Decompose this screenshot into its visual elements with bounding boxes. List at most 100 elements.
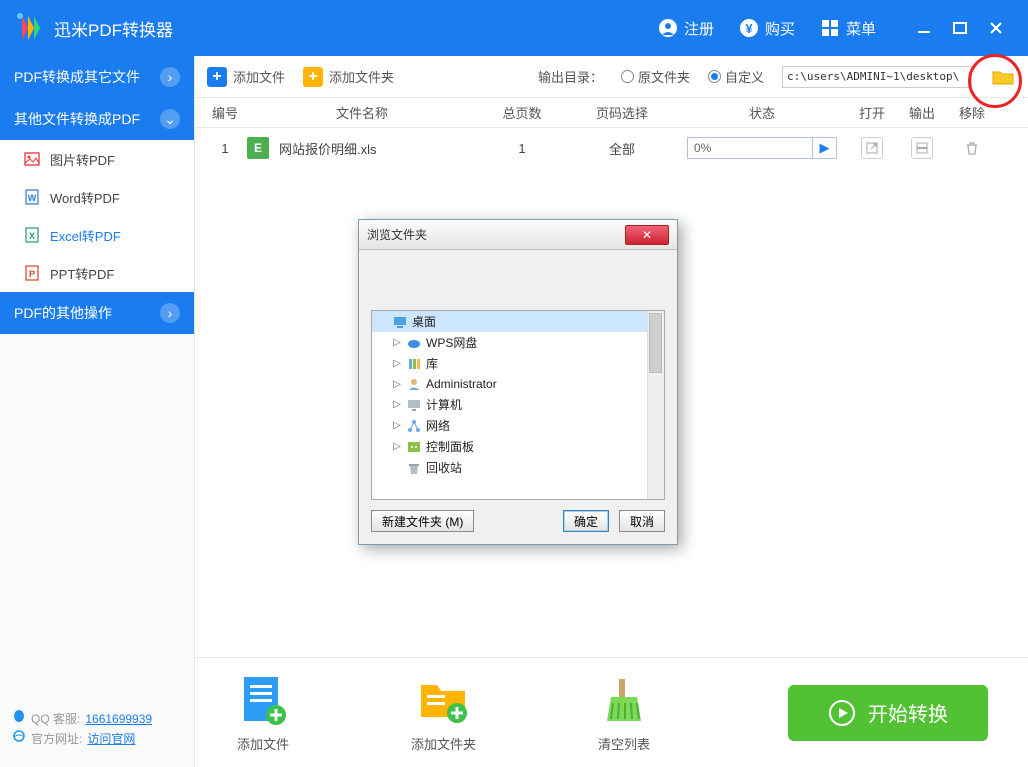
expand-icon[interactable]: ▷ <box>392 399 402 410</box>
library-icon <box>406 356 422 372</box>
register-label: 注册 <box>684 18 714 39</box>
tree-item-label: 桌面 <box>412 313 436 330</box>
browse-folder-dialog: 浏览文件夹 ✕ 桌面▷WPS网盘▷库▷Administrator▷计算机▷网络▷… <box>358 219 678 545</box>
svg-text:P: P <box>29 269 35 279</box>
tree-item[interactable]: 回收站 <box>372 457 664 478</box>
image-icon <box>24 151 40 167</box>
sidebar-cat-other-to-pdf[interactable]: 其他文件转换成PDF ⌄ <box>0 98 194 140</box>
folder-icon <box>992 68 1014 86</box>
output-path-input[interactable] <box>782 66 972 88</box>
qq-icon <box>12 709 26 729</box>
scrollbar[interactable] <box>647 311 664 499</box>
radio-icon <box>708 70 721 83</box>
bottom-label: 清空列表 <box>598 734 650 753</box>
bottom-clear-list[interactable]: 清空列表 <box>596 672 652 753</box>
qq-label: QQ 客服: <box>31 709 80 729</box>
network-icon <box>406 418 422 434</box>
menu-label: 菜单 <box>846 18 876 39</box>
cancel-button[interactable]: 取消 <box>619 510 665 532</box>
folder-tree[interactable]: 桌面▷WPS网盘▷库▷Administrator▷计算机▷网络▷控制面板回收站 <box>371 310 665 500</box>
expand-icon[interactable]: ▷ <box>392 441 402 452</box>
buy-label: 购买 <box>765 18 795 39</box>
bottom-label: 添加文件夹 <box>411 734 476 753</box>
site-link[interactable]: 访问官网 <box>87 729 135 749</box>
dialog-title: 浏览文件夹 <box>367 226 427 243</box>
minimize-button[interactable] <box>906 14 942 42</box>
sidebar-item-label: PPT转PDF <box>50 264 114 283</box>
ie-icon <box>12 729 26 749</box>
tree-item[interactable]: 桌面 <box>372 311 664 332</box>
table-row[interactable]: 1 E 网站报价明细.xls 1 全部 0% ▶ <box>195 128 1028 168</box>
chevron-right-icon: › <box>160 67 180 87</box>
browse-folder-button[interactable] <box>990 66 1016 88</box>
dialog-close-button[interactable]: ✕ <box>625 225 669 245</box>
add-file-label: 添加文件 <box>233 67 285 86</box>
apps-icon <box>819 17 841 39</box>
tree-item-label: 网络 <box>426 417 450 434</box>
tree-item-label: 计算机 <box>426 396 462 413</box>
radio-original-folder[interactable]: 原文件夹 <box>621 67 690 86</box>
sidebar-item-excel-to-pdf[interactable]: X Excel转PDF <box>0 216 194 254</box>
maximize-button[interactable] <box>942 14 978 42</box>
svg-text:X: X <box>29 231 35 241</box>
progress-text: 0% <box>688 141 812 155</box>
sidebar-cat-pdf-to-other[interactable]: PDF转换成其它文件 › <box>0 56 194 98</box>
play-button[interactable]: ▶ <box>812 138 836 158</box>
sidebar-cat-pdf-other-ops[interactable]: PDF的其他操作 › <box>0 292 194 334</box>
tree-item-label: 控制面板 <box>426 438 474 455</box>
tree-item[interactable]: ▷ 网络 <box>372 415 664 436</box>
expand-icon[interactable]: ▷ <box>392 358 402 369</box>
row-page-select[interactable]: 全部 <box>567 139 677 158</box>
dialog-titlebar[interactable]: 浏览文件夹 ✕ <box>359 220 677 250</box>
add-file-icon <box>235 672 291 728</box>
svg-text:W: W <box>28 193 37 203</box>
close-button[interactable] <box>978 14 1014 42</box>
plus-icon: + <box>207 67 227 87</box>
radio-custom-folder[interactable]: 自定义 <box>708 67 764 86</box>
expand-icon[interactable]: ▷ <box>392 337 402 348</box>
bottom-add-folder[interactable]: 添加文件夹 <box>411 672 476 753</box>
sidebar-item-image-to-pdf[interactable]: 图片转PDF <box>0 140 194 178</box>
sidebar-cat-label: 其他文件转换成PDF <box>14 109 140 129</box>
ok-button[interactable]: 确定 <box>563 510 609 532</box>
qq-link[interactable]: 1661699939 <box>85 709 152 729</box>
svg-text:¥: ¥ <box>745 21 753 36</box>
buy-button[interactable]: ¥ 购买 <box>726 17 807 39</box>
register-button[interactable]: 注册 <box>645 17 726 39</box>
sidebar-footer: QQ 客服: 1661699939 官方网址: 访问官网 <box>0 699 194 767</box>
tree-item[interactable]: ▷ 计算机 <box>372 394 664 415</box>
expand-icon[interactable]: ▷ <box>392 379 402 390</box>
new-folder-button[interactable]: 新建文件夹 (M) <box>371 510 474 532</box>
sidebar-item-ppt-to-pdf[interactable]: P PPT转PDF <box>0 254 194 292</box>
col-sel: 页码选择 <box>567 103 677 122</box>
tree-item[interactable]: ▷库 <box>372 353 664 374</box>
trash-icon <box>406 460 422 476</box>
open-button[interactable] <box>861 137 883 159</box>
bottom-bar: 添加文件 添加文件夹 清空列表 开始转换 <box>195 657 1028 767</box>
output-dir-label: 输出目录： <box>538 67 603 86</box>
tree-item[interactable]: ▷ 控制面板 <box>372 436 664 457</box>
start-convert-button[interactable]: 开始转换 <box>788 685 988 741</box>
tree-item[interactable]: ▷Administrator <box>372 374 664 394</box>
tree-item-label: 回收站 <box>426 459 462 476</box>
output-button[interactable] <box>911 137 933 159</box>
menu-button[interactable]: 菜单 <box>807 17 888 39</box>
user-icon <box>657 17 679 39</box>
tree-item-label: WPS网盘 <box>426 334 477 351</box>
add-folder-button[interactable]: + 添加文件夹 <box>303 67 394 87</box>
tree-item[interactable]: ▷ WPS网盘 <box>372 332 664 353</box>
scroll-thumb[interactable] <box>649 313 662 373</box>
progress-bar: 0% ▶ <box>687 137 837 159</box>
col-out: 输出 <box>897 103 947 122</box>
start-label: 开始转换 <box>868 698 948 727</box>
sidebar-item-word-to-pdf[interactable]: W Word转PDF <box>0 178 194 216</box>
col-id: 编号 <box>203 103 247 122</box>
col-del: 移除 <box>947 103 997 122</box>
bottom-add-file[interactable]: 添加文件 <box>235 672 291 753</box>
expand-icon[interactable]: ▷ <box>392 420 402 431</box>
bottom-label: 添加文件 <box>237 734 289 753</box>
delete-button[interactable] <box>961 137 983 159</box>
excel-icon: X <box>24 227 40 243</box>
add-file-button[interactable]: + 添加文件 <box>207 67 285 87</box>
site-label: 官方网址: <box>31 729 82 749</box>
